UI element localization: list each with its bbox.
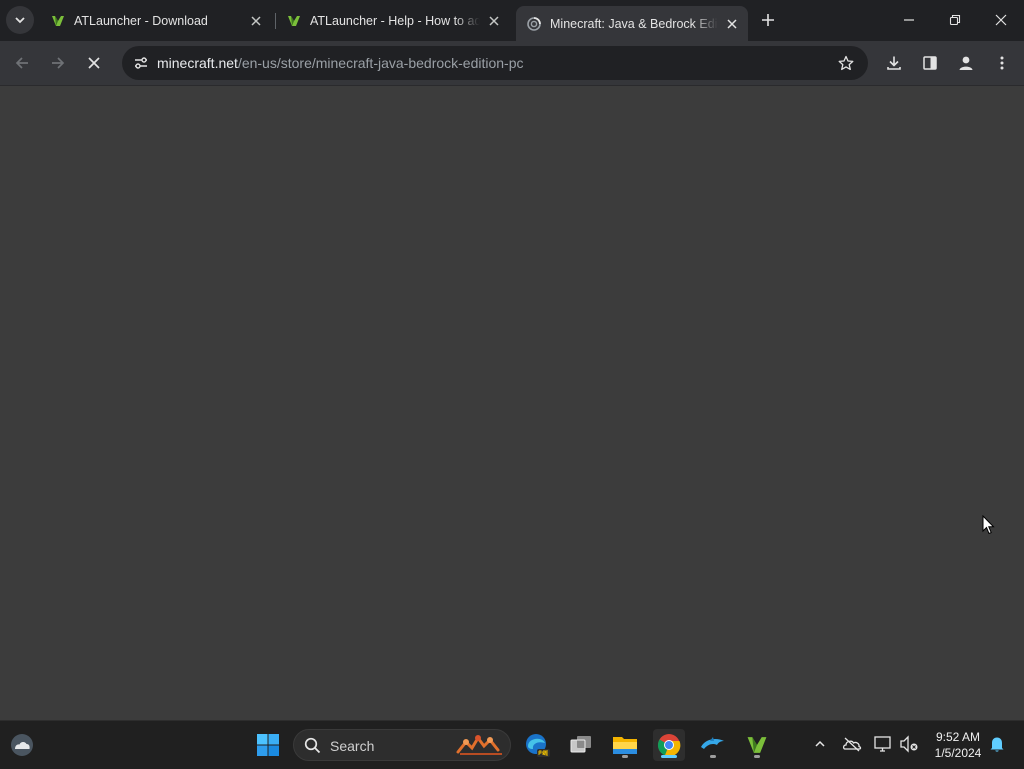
tune-icon — [135, 57, 147, 69]
running-indicator — [710, 755, 716, 758]
cloud-off-icon — [842, 737, 862, 752]
tab-title: ATLauncher - Help - How to add — [310, 13, 480, 28]
taskbar-search-box[interactable]: Search — [293, 729, 511, 761]
running-indicator — [754, 755, 760, 758]
show-hidden-icons-button[interactable] — [809, 733, 831, 755]
search-highlight-icon — [456, 735, 502, 755]
close-icon[interactable] — [724, 16, 740, 32]
chevron-up-icon — [815, 740, 825, 747]
download-icon — [887, 56, 901, 70]
url-path: /en-us/store/minecraft-java-bedrock-edit… — [237, 55, 524, 71]
close-window-button[interactable] — [978, 0, 1024, 40]
edge-icon — [526, 734, 550, 757]
tab-title: ATLauncher - Download — [74, 13, 208, 28]
profile-icon — [959, 56, 973, 70]
side-panel-icon — [923, 56, 937, 70]
search-label: Search — [330, 738, 375, 754]
bookmark-button[interactable] — [834, 51, 858, 75]
atlauncher-icon — [747, 737, 767, 753]
notifications-button[interactable] — [986, 733, 1008, 755]
profile-button[interactable] — [952, 49, 980, 77]
site-info-button[interactable] — [128, 50, 154, 76]
minimize-button[interactable] — [886, 0, 932, 40]
close-icon[interactable] — [248, 13, 264, 29]
volume-tray-button[interactable] — [898, 733, 920, 755]
folder-icon — [613, 737, 637, 754]
tab-minecraft-store[interactable]: Minecraft: Java & Bedrock Edition — [516, 6, 748, 41]
tab-search-button[interactable] — [6, 6, 34, 34]
minimize-icon — [904, 19, 914, 21]
taskbar-edge-beta[interactable] — [521, 729, 553, 761]
network-icon — [874, 736, 891, 752]
task-view-icon — [570, 736, 591, 753]
page-content[interactable] — [0, 86, 1024, 720]
stop-loading-button[interactable] — [80, 49, 108, 77]
arrow-right-icon — [52, 57, 65, 69]
browser-titlebar: ATLauncher - Download ATLauncher - Help … — [0, 0, 1024, 41]
url-text: minecraft.net/en-us/store/minecraft-java… — [157, 55, 524, 71]
taskbar-task-view[interactable] — [565, 729, 597, 761]
plus-icon — [762, 14, 774, 26]
close-icon — [88, 57, 100, 69]
clock-date: 1/5/2024 — [934, 746, 982, 760]
side-panel-button[interactable] — [916, 49, 944, 77]
star-icon — [838, 55, 854, 71]
close-icon[interactable] — [486, 13, 502, 29]
tab-atlauncher-help[interactable]: ATLauncher - Help - How to add — [276, 6, 510, 35]
atlauncher-icon — [286, 13, 302, 29]
weather-widget-button[interactable] — [6, 729, 38, 761]
onedrive-tray-button[interactable] — [841, 733, 863, 755]
taskbar-clock[interactable]: 9:52 AM 1/5/2024 — [925, 729, 991, 761]
forward-button[interactable] — [44, 49, 72, 77]
dolphin-icon — [701, 737, 724, 749]
restore-button[interactable] — [932, 0, 978, 40]
tab-atlauncher-download[interactable]: ATLauncher - Download — [40, 6, 272, 35]
arrow-left-icon — [15, 57, 28, 69]
loading-spinner-icon — [526, 16, 542, 32]
volume-muted-icon — [900, 735, 918, 753]
address-bar[interactable]: minecraft.net/en-us/store/minecraft-java… — [122, 46, 868, 80]
cloud-icon — [11, 734, 33, 756]
network-tray-button[interactable] — [872, 733, 894, 755]
browser-toolbar: minecraft.net/en-us/store/minecraft-java… — [0, 41, 1024, 86]
chevron-down-icon — [15, 17, 25, 24]
chrome-icon — [657, 734, 681, 757]
taskbar-dolphin[interactable] — [697, 729, 729, 761]
active-indicator — [661, 755, 677, 758]
menu-button[interactable] — [988, 49, 1016, 77]
tab-title: Minecraft: Java & Bedrock Edition — [550, 16, 718, 31]
windows-logo-icon — [257, 734, 279, 756]
bell-icon — [990, 737, 1004, 752]
atlauncher-icon — [50, 13, 66, 29]
windows-taskbar: Search 9:52 AM 1/5/2024 — [0, 720, 1024, 769]
new-tab-button[interactable] — [756, 8, 780, 32]
clock-time: 9:52 AM — [935, 730, 981, 744]
search-icon — [304, 737, 321, 754]
close-icon — [995, 14, 1007, 26]
restore-icon — [949, 14, 961, 26]
downloads-button[interactable] — [880, 49, 908, 77]
more-vert-icon — [1000, 56, 1004, 70]
start-button[interactable] — [252, 729, 284, 761]
taskbar-atlauncher[interactable] — [741, 729, 773, 761]
taskbar-file-explorer[interactable] — [609, 729, 641, 761]
back-button[interactable] — [8, 49, 36, 77]
taskbar-chrome[interactable] — [653, 729, 685, 761]
mouse-cursor-icon — [982, 515, 995, 535]
url-host: minecraft.net — [157, 55, 238, 71]
running-indicator — [622, 755, 628, 758]
